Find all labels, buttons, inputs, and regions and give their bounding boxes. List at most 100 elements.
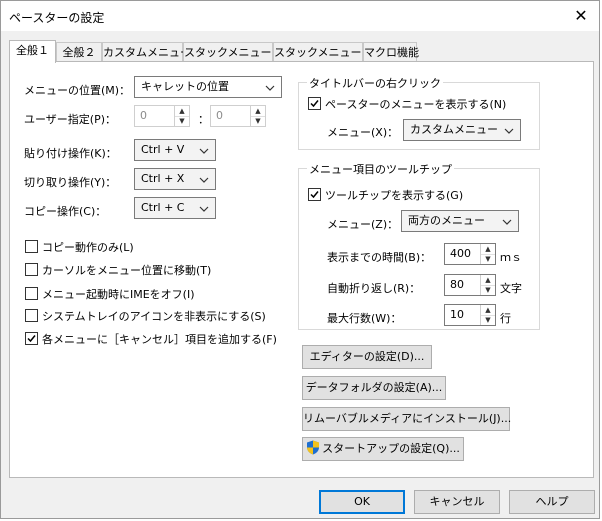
tab-label: スタックメニュー１ <box>184 46 283 59</box>
wrap-value: 80 <box>450 278 464 291</box>
tab-macro[interactable]: マクロ機能 <box>363 42 419 62</box>
copy-only-checkbox[interactable]: コピー動作のみ(L) <box>25 239 134 255</box>
title-bar: ペースターの設定 ✕ <box>1 1 599 31</box>
checkbox-label: システムトレイのアイコンを非表示にする(S) <box>42 310 266 323</box>
spin-down-icon[interactable]: ▼ <box>175 116 189 126</box>
max-lines-stepper[interactable]: 10 ▲ ▼ <box>444 304 496 326</box>
checkbox-box <box>25 287 38 300</box>
button-label: スタートアップの設定(Q)... <box>322 442 460 455</box>
settings-dialog: ペースターの設定 ✕ 全般１ 全般２ カスタムメニュー スタックメニュー１ スタ… <box>0 0 600 519</box>
tooltip-menu-select[interactable]: 両方のメニュー <box>401 210 519 232</box>
ok-button[interactable]: OK <box>319 490 405 514</box>
tab-general-1[interactable]: 全般１ <box>9 40 56 63</box>
install-removable-button[interactable]: リムーバブルメディアにインストール(J)... <box>302 407 512 431</box>
user-y-stepper[interactable]: 0 ▲ ▼ <box>210 105 266 127</box>
move-cursor-checkbox[interactable]: カーソルをメニュー位置に移動(T) <box>25 262 211 278</box>
checkbox-label: コピー動作のみ(L) <box>42 241 134 254</box>
user-spec-label: ユーザー指定(P)： <box>24 113 116 126</box>
checkbox-box <box>25 240 38 253</box>
tab-stack-menu-1[interactable]: スタックメニュー１ <box>183 42 283 62</box>
ime-off-checkbox[interactable]: メニュー起動時にIMEをオフ(I) <box>25 286 195 302</box>
wrap-stepper[interactable]: 80 ▲ ▼ <box>444 274 496 296</box>
cut-op-value: Ctrl + X <box>141 172 185 185</box>
titlebar-menu-value: カスタムメニュー <box>410 123 498 136</box>
chevron-down-icon <box>502 219 512 225</box>
hide-tray-icon-checkbox[interactable]: システムトレイのアイコンを非表示にする(S) <box>25 308 266 324</box>
user-y-value: 0 <box>216 109 223 122</box>
help-button[interactable]: ヘルプ <box>509 490 595 514</box>
user-x-stepper[interactable]: 0 ▲ ▼ <box>134 105 190 127</box>
tab-label: スタックメニュー２ <box>274 46 373 59</box>
cut-op-label: 切り取り操作(Y)： <box>24 176 117 189</box>
checkbox-box <box>25 263 38 276</box>
wrap-unit: 文字 <box>500 282 522 295</box>
data-folder-settings-button[interactable]: データフォルダの設定(A)... <box>302 376 446 400</box>
paste-op-select[interactable]: Ctrl + V <box>134 139 216 161</box>
spin-down-icon[interactable]: ▼ <box>481 315 495 325</box>
menu-position-label: メニューの位置(M)： <box>24 84 131 97</box>
menu-position-value: キャレットの位置 <box>141 80 229 93</box>
checkbox-box <box>308 188 321 201</box>
button-label: リムーバブルメディアにインストール(J)... <box>303 412 512 425</box>
menu-position-select[interactable]: キャレットの位置 <box>134 76 282 98</box>
button-label: OK <box>354 495 370 508</box>
copy-op-label: コピー操作(C)： <box>24 205 107 218</box>
show-tooltip-checkbox[interactable]: ツールチップを表示する(G) <box>308 187 463 203</box>
max-lines-unit: 行 <box>500 312 511 325</box>
tab-stack-menu-2[interactable]: スタックメニュー２ <box>273 42 373 62</box>
paste-op-value: Ctrl + V <box>141 143 185 156</box>
tooltip-group: メニュー項目のツールチップ ツールチップを表示する(G) メニュー(Z)： 両方… <box>298 161 540 330</box>
checkmark-icon <box>310 191 319 199</box>
chevron-down-icon <box>199 206 209 212</box>
spin-buttons: ▲ ▼ <box>174 106 189 126</box>
startup-settings-button[interactable]: スタートアップの設定(Q)... <box>302 437 464 461</box>
titlebar-menu-select[interactable]: カスタムメニュー <box>403 119 521 141</box>
chevron-down-icon <box>504 128 514 134</box>
user-spec-separator: ： <box>198 113 209 126</box>
copy-op-select[interactable]: Ctrl + C <box>134 197 216 219</box>
window-title: ペースターの設定 <box>9 11 105 25</box>
editor-settings-button[interactable]: エディターの設定(D)... <box>302 345 432 369</box>
checkmark-icon <box>310 100 319 108</box>
spin-buttons: ▲ ▼ <box>480 275 495 295</box>
close-icon[interactable]: ✕ <box>569 4 593 28</box>
add-cancel-item-checkbox[interactable]: 各メニューに［キャンセル］項目を追加する(F) <box>25 331 277 347</box>
checkbox-label: 各メニューに［キャンセル］項目を追加する(F) <box>42 333 277 346</box>
checkbox-label: カーソルをメニュー位置に移動(T) <box>42 264 212 277</box>
button-label: キャンセル <box>429 495 485 508</box>
cancel-button[interactable]: キャンセル <box>414 490 500 514</box>
checkbox-box <box>308 97 321 110</box>
checkbox-label: ペースターのメニューを表示する(N) <box>325 98 507 111</box>
tab-label: 全般１ <box>16 44 49 57</box>
delay-unit: ｍｓ <box>500 251 522 264</box>
spin-down-icon[interactable]: ▼ <box>481 254 495 264</box>
button-label: エディターの設定(D)... <box>309 350 425 363</box>
tab-label: マクロ機能 <box>364 46 419 59</box>
wrap-label: 自動折り返し(R)： <box>327 282 421 295</box>
titlebar-menu-label: メニュー(X)： <box>327 126 399 139</box>
tab-label: カスタムメニュー <box>103 46 191 59</box>
group-title: メニュー項目のツールチップ <box>307 161 454 177</box>
user-x-value: 0 <box>140 109 147 122</box>
checkmark-icon <box>27 335 36 343</box>
delay-stepper[interactable]: 400 ▲ ▼ <box>444 243 496 265</box>
spin-down-icon[interactable]: ▼ <box>251 116 265 126</box>
chevron-down-icon <box>265 85 275 91</box>
cut-op-select[interactable]: Ctrl + X <box>134 168 216 190</box>
titlebar-group: タイトルバーの右クリック ペースターのメニューを表示する(N) メニュー(X)：… <box>298 75 540 150</box>
uac-shield-icon <box>307 440 320 455</box>
delay-value: 400 <box>450 247 471 260</box>
spin-buttons: ▲ ▼ <box>480 305 495 325</box>
tab-general-2[interactable]: 全般２ <box>56 42 102 62</box>
button-label: データフォルダの設定(A)... <box>305 381 443 394</box>
delay-label: 表示までの時間(B)： <box>327 251 432 264</box>
copy-op-value: Ctrl + C <box>141 201 185 214</box>
show-pasteur-menu-checkbox[interactable]: ペースターのメニューを表示する(N) <box>308 96 506 112</box>
chevron-down-icon <box>199 177 209 183</box>
spin-down-icon[interactable]: ▼ <box>481 285 495 295</box>
tab-custom-menu[interactable]: カスタムメニュー <box>102 42 191 62</box>
chevron-down-icon <box>199 148 209 154</box>
group-title: タイトルバーの右クリック <box>307 75 443 91</box>
checkbox-box <box>25 332 38 345</box>
tab-label: 全般２ <box>62 46 96 59</box>
